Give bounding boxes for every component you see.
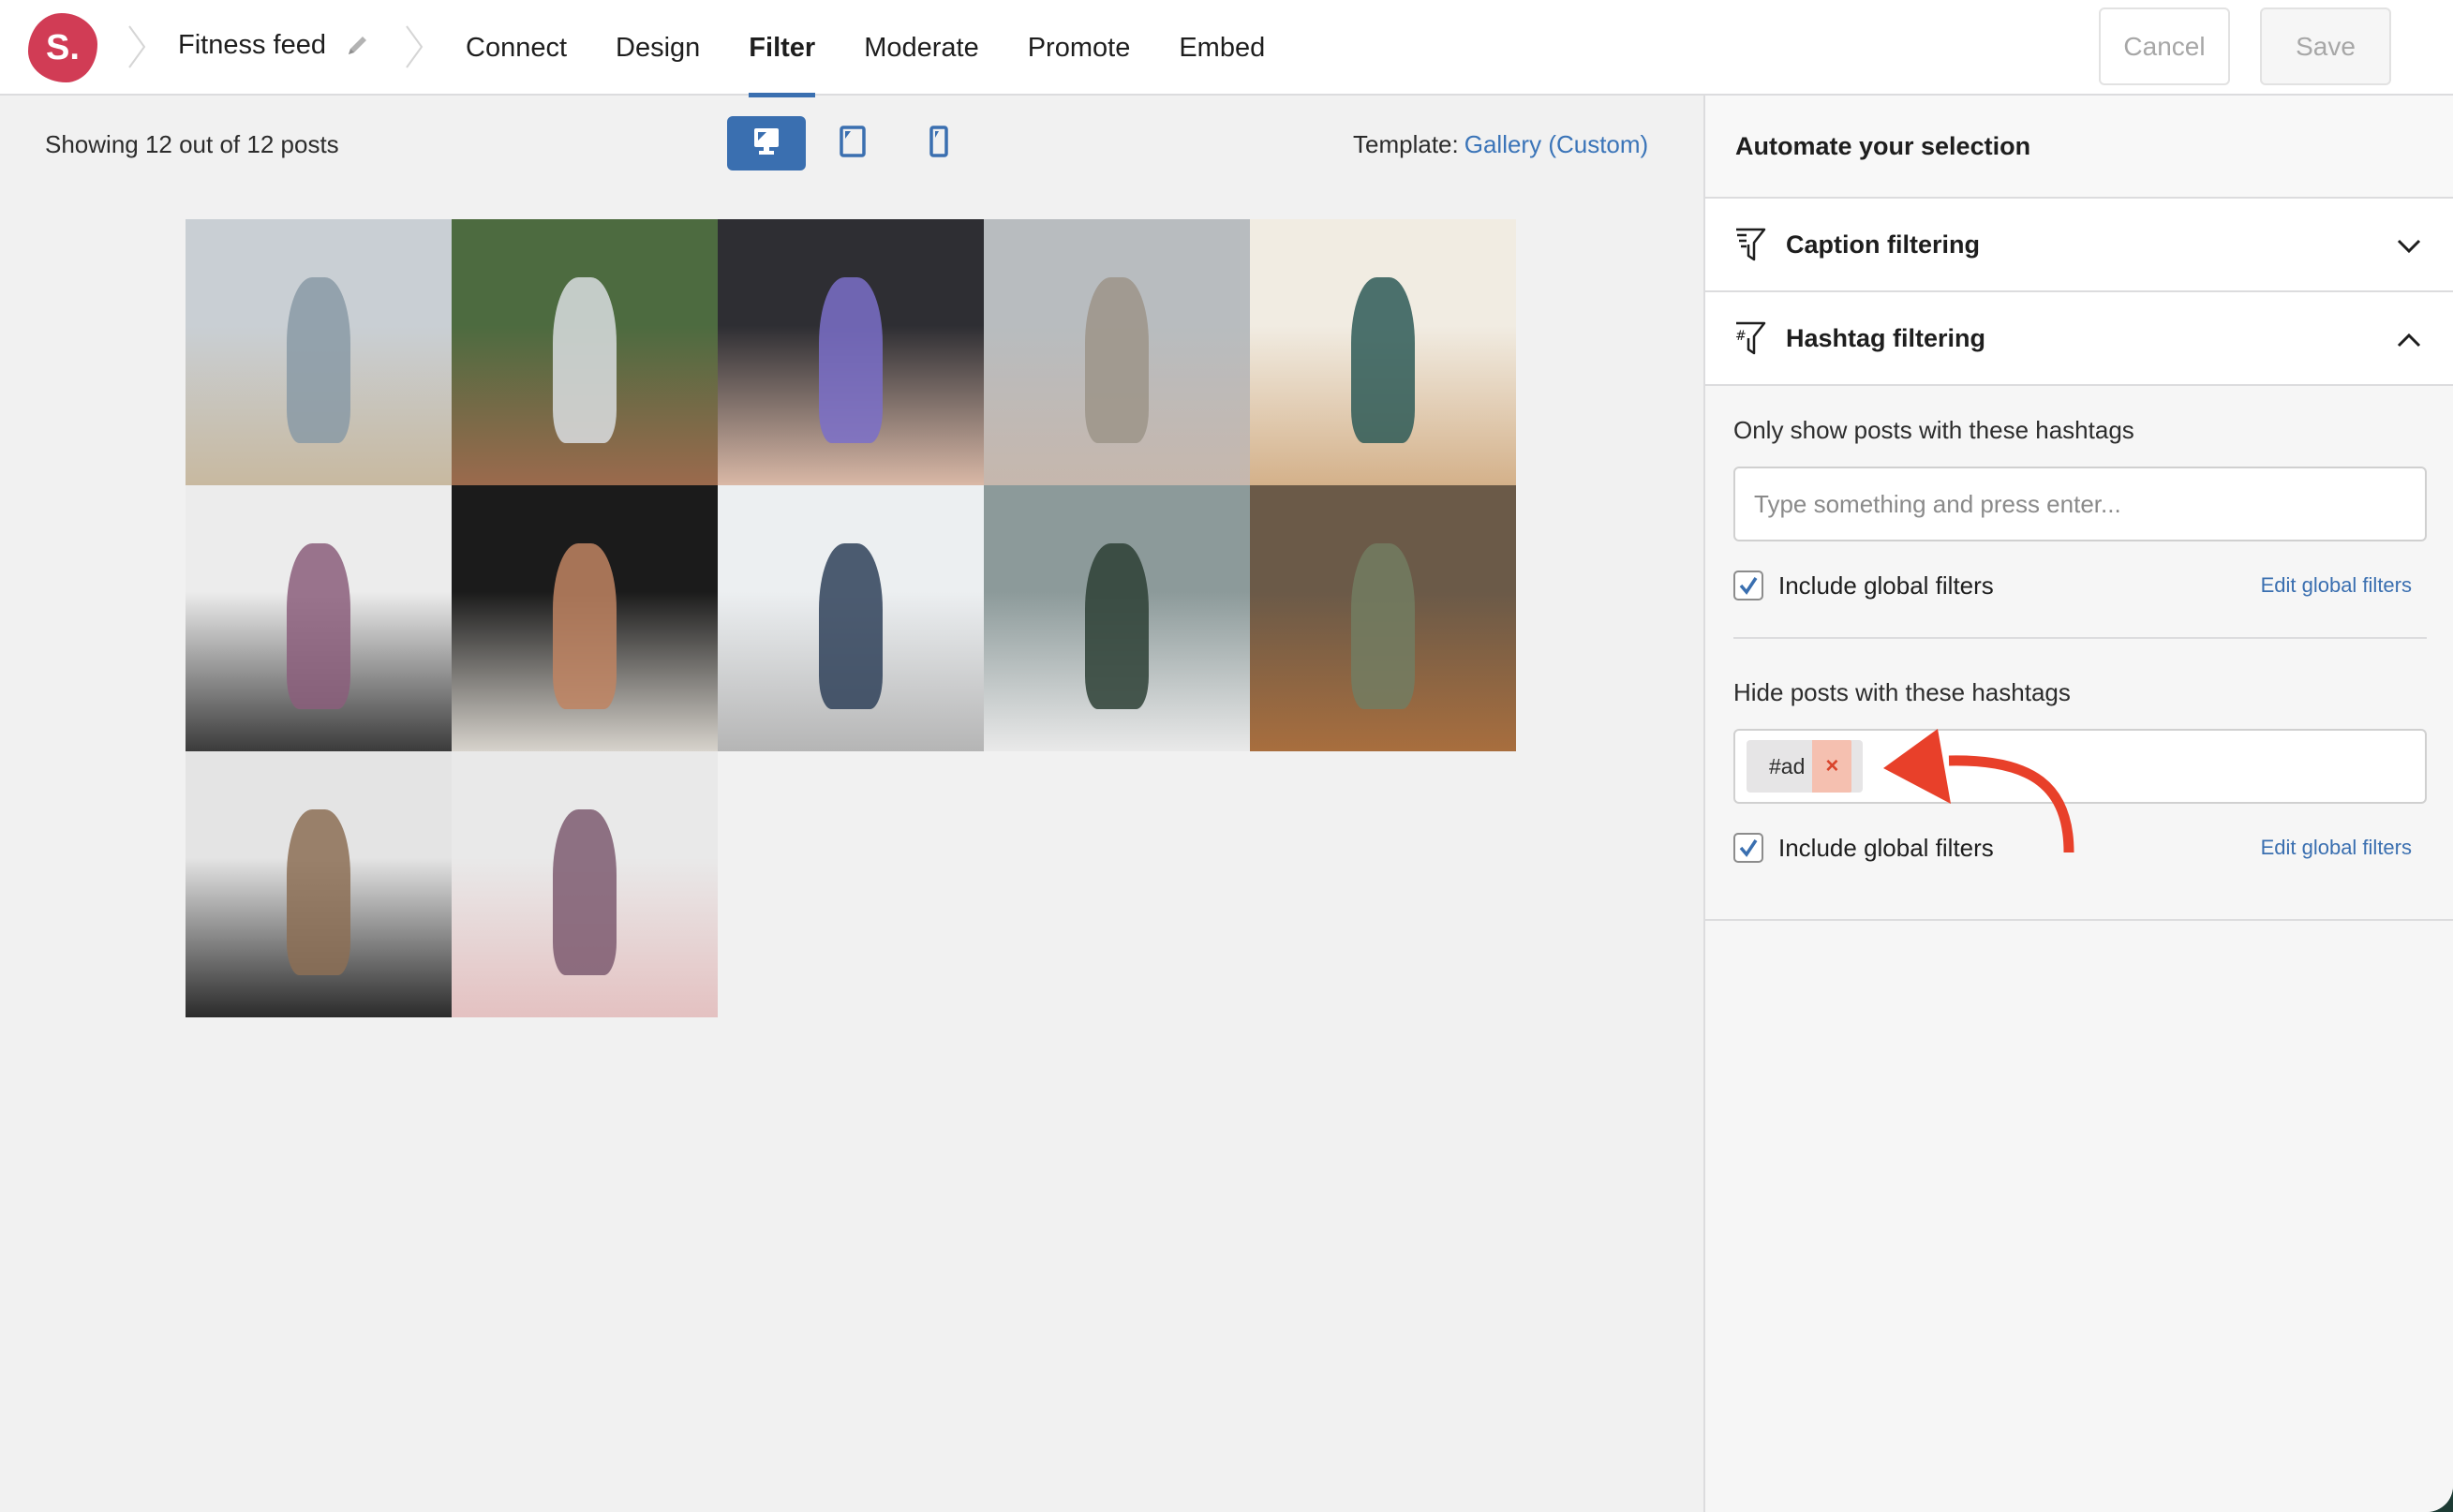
tab-connect[interactable]: Connect [466,0,591,96]
exclude-hashtags-label: Hide posts with these hashtags [1733,678,2071,706]
post-subject [1084,543,1150,709]
desktop-icon [751,126,782,162]
tab-promote[interactable]: Promote [1004,0,1155,96]
post-subject [552,809,617,975]
checkmark-icon [1739,577,1758,595]
post-subject [818,543,884,709]
post-subject [552,543,617,709]
checkmark-icon [1739,839,1758,857]
post-thumbnail[interactable] [186,219,452,485]
post-thumbnail[interactable] [452,751,718,1017]
post-subject [286,277,351,443]
edit-global-filters-link[interactable]: Edit global filters [2261,836,2412,860]
post-thumbnail[interactable] [186,751,452,1017]
post-thumbnail[interactable] [1250,219,1516,485]
post-thumbnail[interactable] [718,485,984,751]
post-grid [186,219,1516,1017]
include-hashtags-input[interactable] [1754,489,2425,519]
tablet-view-button[interactable] [813,116,892,170]
caption-filtering-header[interactable]: Caption filtering [1705,199,2453,292]
tab-design[interactable]: Design [591,0,724,96]
post-subject [1350,277,1416,443]
hashtag-filtering-header[interactable]: # Hashtag filtering [1705,292,2453,386]
cancel-button[interactable]: Cancel [2099,7,2230,85]
template-link[interactable]: Gallery (Custom) [1464,130,1648,158]
phone-icon [929,125,949,162]
section-divider [1733,637,2427,639]
post-count-text: Showing 12 out of 12 posts [45,130,339,158]
caption-filter-icon [1733,226,1767,263]
post-thumbnail[interactable] [186,485,452,751]
hashtag-chip: #ad × [1747,740,1864,793]
device-switcher [727,116,986,170]
post-subject [1084,277,1150,443]
include-hashtags-field[interactable] [1733,467,2427,541]
desktop-view-button[interactable] [727,116,806,170]
chevron-up-icon[interactable] [2395,326,2423,354]
hashtag-filtering-body: Only show posts with these hashtags Incl… [1705,386,2453,921]
feed-name[interactable]: Fitness feed [178,30,326,61]
post-thumbnail[interactable] [452,485,718,751]
exclude-global-checkbox[interactable] [1733,833,1763,863]
post-subject [286,543,351,709]
hashtag-chip-label: #ad [1769,753,1806,778]
pencil-icon[interactable] [343,32,371,60]
post-thumbnail[interactable] [984,219,1250,485]
tablet-icon [839,125,867,162]
tab-embed[interactable]: Embed [1154,0,1289,96]
top-bar: S. Fitness feed Connect Design Filter Moder… [0,0,2453,97]
phone-view-button[interactable] [899,116,978,170]
post-subject [552,277,617,443]
post-subject [818,277,884,443]
post-thumbnail[interactable] [1250,485,1516,751]
panel-title: Automate your selection [1705,96,2453,199]
exclude-global-label: Include global filters [1778,833,1994,862]
include-global-row: Include global filters Edit global filte… [1733,570,2427,601]
include-global-checkbox[interactable] [1733,571,1763,600]
tab-moderate[interactable]: Moderate [840,0,1004,96]
chevron-down-icon[interactable] [2395,232,2423,260]
app-logo[interactable]: S. [28,13,97,82]
post-thumbnail[interactable] [984,485,1250,751]
include-hashtags-label: Only show posts with these hashtags [1733,416,2134,444]
breadcrumb-chevron-icon [405,24,424,69]
edit-global-filters-link[interactable]: Edit global filters [2261,573,2412,598]
include-global-label: Include global filters [1778,571,1994,600]
post-thumbnail[interactable] [718,219,984,485]
hashtag-filtering-label: Hashtag filtering [1786,323,1986,352]
template-label: Template: [1353,130,1459,158]
hashtag-filter-icon: # [1733,319,1767,357]
post-subject [1350,543,1416,709]
breadcrumb-chevron-icon [127,24,146,69]
post-thumbnail[interactable] [452,219,718,485]
post-subject [286,809,351,975]
caption-filtering-label: Caption filtering [1786,230,1980,259]
save-button[interactable]: Save [2260,7,2391,85]
main-nav: Connect Design Filter Moderate Promote Embed [466,0,1289,97]
exclude-hashtags-field[interactable]: #ad × [1733,729,2427,804]
remove-tag-icon[interactable]: × [1812,740,1852,793]
template-info: Template: Gallery (Custom) [1353,130,1648,159]
exclude-global-row: Include global filters Edit global filte… [1733,832,2427,864]
app-window: S. Fitness feed Connect Design Filter Moder… [0,0,2453,1512]
filter-panel: Automate your selection Caption filterin… [1703,96,2453,1512]
tab-filter[interactable]: Filter [724,0,840,97]
svg-text:#: # [1735,329,1747,344]
